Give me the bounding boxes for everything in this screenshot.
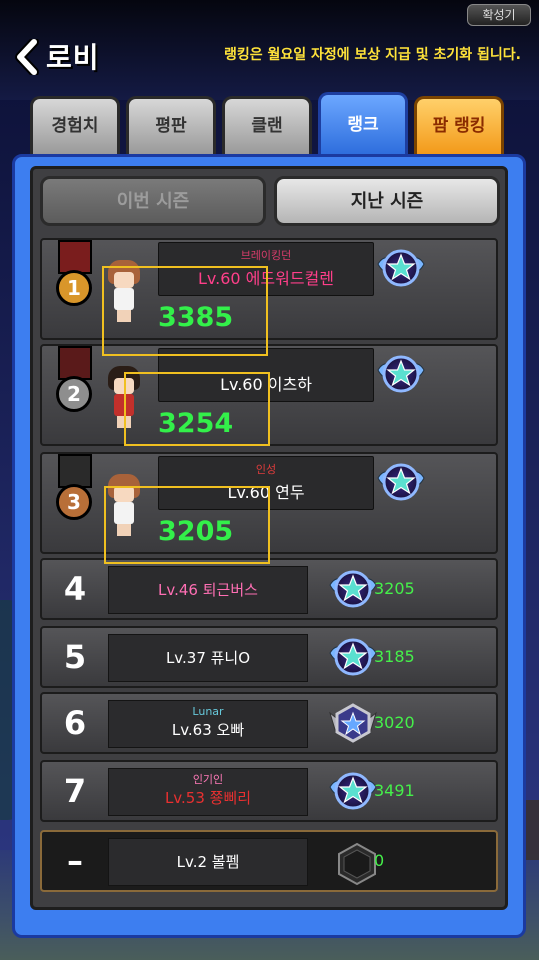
back-label: 로비 — [46, 41, 100, 74]
silver-wing-emblem-icon — [329, 703, 377, 743]
tab-rank[interactable]: 랭크 — [318, 92, 408, 156]
tab-reputation[interactable]: 평판 — [126, 96, 216, 154]
star-wing-emblem-icon — [329, 570, 377, 608]
my-name-box: Lv.2 볼펨 — [108, 838, 308, 886]
player-score: 3185 — [374, 647, 415, 666]
my-score: 0 — [374, 851, 385, 870]
highlight-box-3 — [104, 486, 270, 564]
tab-bar: 경험치 평판 클랜 랭크 팜 랭킹 — [30, 92, 504, 156]
player-score: 3205 — [374, 579, 415, 598]
megaphone-button[interactable]: 확성기 — [467, 4, 531, 26]
back-arrow-icon — [14, 37, 40, 77]
star-wing-emblem-icon — [329, 772, 377, 810]
player-name: Lv.46 퇴근버스 — [158, 581, 258, 599]
rank-number: 7 — [63, 772, 87, 810]
last-season-button[interactable]: 지난 시즌 — [274, 176, 500, 226]
player-score: 3020 — [374, 713, 415, 732]
rank-medal-icon: 2 — [52, 346, 98, 420]
medal-coin: 2 — [56, 376, 92, 412]
player-name: Lv.53 쭁삐리 — [164, 789, 252, 807]
tab-farm-ranking[interactable]: 팜 랭킹 — [414, 96, 504, 154]
rank-row-5[interactable]: 5 Lv.37 퓨니O 3185 — [40, 626, 498, 688]
rank-row-4[interactable]: 4 Lv.46 퇴근버스 3205 — [40, 558, 498, 620]
guild-name: 인성 — [255, 463, 277, 476]
tab-clan[interactable]: 클랜 — [222, 96, 312, 154]
guild-name: Lunar — [192, 705, 224, 718]
rank-medal-icon: 3 — [52, 454, 98, 528]
rank-row-7[interactable]: 7 인기인 Lv.53 쭁삐리 3491 — [40, 760, 498, 822]
rank-medal-icon: 1 — [52, 240, 98, 314]
guild-name — [159, 355, 373, 369]
star-wing-emblem-icon — [377, 249, 425, 287]
medal-ribbon — [58, 240, 92, 274]
star-wing-emblem-icon — [377, 355, 425, 393]
player-name-box: Lv.37 퓨니O — [108, 634, 308, 682]
tab-experience[interactable]: 경험치 — [30, 96, 120, 154]
highlight-box-2 — [124, 372, 270, 446]
player-name-box: 인기인 Lv.53 쭁삐리 — [108, 768, 308, 816]
medal-coin: 3 — [56, 484, 92, 520]
medal-ribbon — [58, 454, 92, 488]
player-name: Lv.37 퓨니O — [165, 649, 251, 667]
player-name-box: Lv.46 퇴근버스 — [108, 566, 308, 614]
medal-ribbon — [58, 346, 92, 380]
guild-name: 브레이킹던 — [240, 249, 292, 262]
player-name: Lv.63 오빠 — [171, 721, 245, 739]
my-rank-row[interactable]: – Lv.2 볼펨 0 — [40, 830, 498, 892]
player-score: 3491 — [374, 781, 415, 800]
player-name-box: Lunar Lv.63 오빠 — [108, 700, 308, 748]
reset-notice: 랭킹은 월요일 자정에 보상 지급 및 초기화 됩니다. — [223, 47, 521, 63]
medal-coin: 1 — [56, 270, 92, 306]
highlight-box-1 — [102, 266, 268, 356]
back-button[interactable]: 로비 — [14, 36, 100, 77]
guild-name: 인기인 — [192, 773, 224, 786]
this-season-button[interactable]: 이번 시즌 — [40, 176, 266, 226]
rank-number: 4 — [63, 570, 87, 608]
star-wing-emblem-icon — [377, 463, 425, 501]
star-wing-emblem-icon — [329, 638, 377, 676]
rank-number: 6 — [63, 704, 87, 742]
rank-number: 5 — [63, 638, 87, 676]
my-rank-number: – — [67, 842, 83, 880]
rank-row-6[interactable]: 6 Lunar Lv.63 오빠 3020 — [40, 692, 498, 754]
my-player-name: Lv.2 볼펨 — [176, 853, 240, 871]
